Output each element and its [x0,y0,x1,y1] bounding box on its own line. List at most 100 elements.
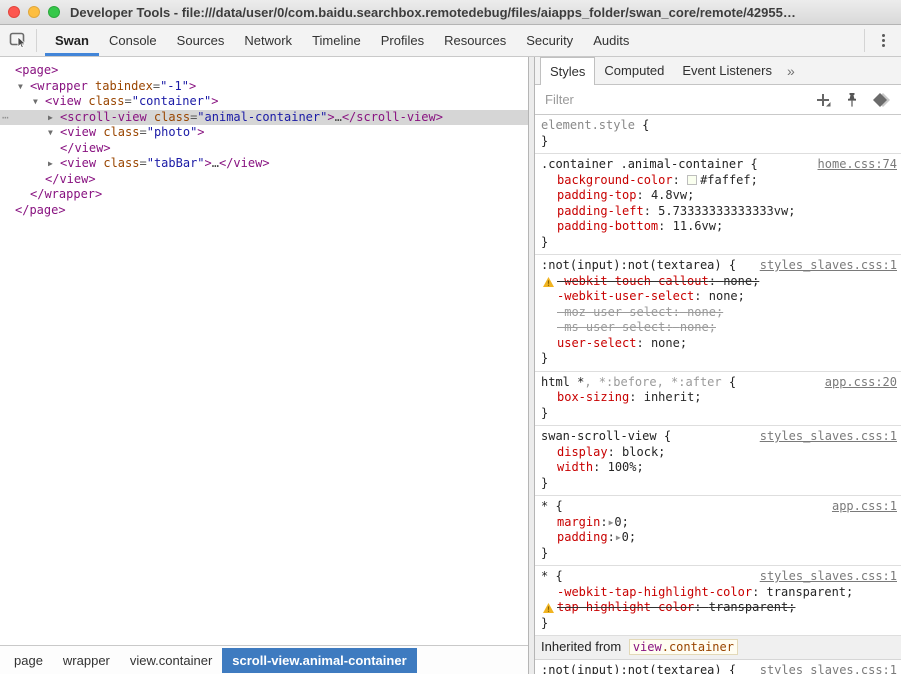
css-source-link[interactable]: styles_slaves.css:1 [760,663,897,674]
css-property[interactable]: padding-bottom: 11.6vw; [541,219,897,235]
styles-filter-input[interactable] [545,92,816,107]
css-source-link[interactable]: styles_slaves.css:1 [760,258,897,274]
css-declaration: box-sizing: inherit; [557,390,702,404]
expand-shorthand-icon[interactable]: ▶ [615,533,622,542]
dom-tree-row[interactable]: </view> [0,172,528,188]
color-swatch[interactable] [687,175,697,185]
styles-rule-list: element.style {}home.css:74.container .a… [535,115,901,674]
panel-resizer[interactable] [528,57,535,674]
css-source-link[interactable]: home.css:74 [818,157,897,173]
expand-arrow-icon[interactable]: ▶ [48,156,60,172]
dom-tree-row[interactable]: ▼<wrapper tabindex="-1"> [0,79,528,95]
property-value: 0; [622,530,636,544]
tab-console[interactable]: Console [99,25,167,56]
new-style-rule-icon[interactable] [816,93,831,107]
close-window-button[interactable] [8,6,20,18]
element-state-icon[interactable] [873,93,891,107]
property-value: 11.6vw; [673,219,724,233]
kebab-menu-button[interactable] [865,25,901,56]
tab-resources[interactable]: Resources [434,25,516,56]
css-property[interactable]: box-sizing: inherit; [541,390,897,406]
node-link[interactable]: view.container [629,639,738,655]
css-property[interactable]: -moz-user-select: none; [541,305,897,321]
property-name: padding-top [557,188,636,202]
rule-selector-line: app.css:20html *, *:before, *:after { [541,375,897,391]
rule-selector-line: styles_slaves.css:1:not(input):not(texta… [541,663,897,674]
tab-sources[interactable]: Sources [167,25,235,56]
elements-panel: <page>▼<wrapper tabindex="-1">▼<view cla… [0,57,528,674]
dom-token-tag: <view [45,94,81,108]
tab-security[interactable]: Security [516,25,583,56]
pin-toggle-icon[interactable] [846,92,858,108]
dom-tree-row[interactable]: </page> [0,203,528,219]
styles-tab-event-listeners[interactable]: Event Listeners [673,57,781,84]
property-value: transparent; [709,600,796,614]
overflow-tabs-button[interactable]: » [781,57,801,84]
styles-tab-computed[interactable]: Computed [595,57,673,84]
style-rule: styles_slaves.css:1swan-scroll-view {dis… [535,426,901,496]
node-link-class: .container [662,640,734,654]
css-source-link[interactable]: styles_slaves.css:1 [760,429,897,445]
css-property[interactable]: padding-left: 5.73333333333333vw; [541,204,897,220]
css-declaration: width: 100%; [557,460,644,474]
dom-token-val: "animal-container" [197,110,327,124]
css-property[interactable]: user-select: none; [541,336,897,352]
tab-audits[interactable]: Audits [583,25,639,56]
css-property[interactable]: -webkit-tap-highlight-color: transparent… [541,585,897,601]
css-property[interactable]: padding-top: 4.8vw; [541,188,897,204]
property-name: width [557,460,593,474]
tab-profiles[interactable]: Profiles [371,25,434,56]
dom-tree-row[interactable]: ▶<view class="tabBar">…</view> [0,156,528,172]
crumb-wrapper[interactable]: wrapper [53,648,120,673]
zoom-window-button[interactable] [48,6,60,18]
styles-tab-styles[interactable]: Styles [540,57,595,85]
collapse-arrow-icon[interactable]: ▼ [48,125,60,141]
property-name: -ms-user-select [557,320,665,334]
dom-tree-row[interactable]: ⋯▶<scroll-view class="animal-container">… [0,110,528,126]
devtools-toolbar: SwanConsoleSourcesNetworkTimelineProfile… [0,25,901,57]
crumb-scroll-view-animal-container[interactable]: scroll-view.animal-container [222,648,416,673]
css-declaration: -ms-user-select: none; [557,320,716,334]
css-declaration: -webkit-tap-highlight-color: transparent… [557,585,853,599]
expand-arrow-icon[interactable]: ▶ [48,110,60,126]
css-source-link[interactable]: app.css:1 [832,499,897,515]
css-source-link[interactable]: styles_slaves.css:1 [760,569,897,585]
inspect-element-button[interactable] [0,25,36,56]
tab-swan[interactable]: Swan [45,25,99,56]
property-name: margin [557,515,600,529]
crumb-page[interactable]: page [4,648,53,673]
css-declaration: -webkit-touch-callout: none; [557,274,759,288]
css-source-link[interactable]: app.css:20 [825,375,897,391]
css-property[interactable]: -ms-user-select: none; [541,320,897,336]
css-property[interactable]: tap-highlight-color: transparent; [541,600,897,616]
rule-selector-line: home.css:74.container .animal-container … [541,157,897,173]
property-name: -webkit-tap-highlight-color [557,585,752,599]
css-property[interactable]: background-color: #faffef; [541,173,897,189]
dom-tree-row[interactable]: ▼<view class="container"> [0,94,528,110]
dom-tree-row[interactable]: </wrapper> [0,187,528,203]
property-name: padding-left [557,204,644,218]
property-name: box-sizing [557,390,629,404]
css-declaration: margin:▶0; [557,515,629,529]
property-name: padding-bottom [557,219,658,233]
style-rule: home.css:74.container .animal-container … [535,154,901,255]
rule-close-brace: } [541,351,897,367]
minimize-window-button[interactable] [28,6,40,18]
css-property[interactable]: -webkit-touch-callout: none; [541,274,897,290]
dom-token-attr: tabindex [88,79,153,93]
tab-network[interactable]: Network [234,25,302,56]
css-property[interactable]: display: block; [541,445,897,461]
css-property[interactable]: -webkit-user-select: none; [541,289,897,305]
dom-token-attr: class [81,94,124,108]
css-property[interactable]: padding:▶0; [541,530,897,546]
crumb-view-container[interactable]: view.container [120,648,222,673]
collapse-arrow-icon[interactable]: ▼ [33,94,45,110]
dom-token-tag: > [211,94,218,108]
dom-tree-row[interactable]: ▼<view class="photo"> [0,125,528,141]
tab-timeline[interactable]: Timeline [302,25,371,56]
collapse-arrow-icon[interactable]: ▼ [18,79,30,95]
dom-tree-row[interactable]: </view> [0,141,528,157]
dom-tree-row[interactable]: <page> [0,63,528,79]
css-property[interactable]: width: 100%; [541,460,897,476]
css-property[interactable]: margin:▶0; [541,515,897,531]
